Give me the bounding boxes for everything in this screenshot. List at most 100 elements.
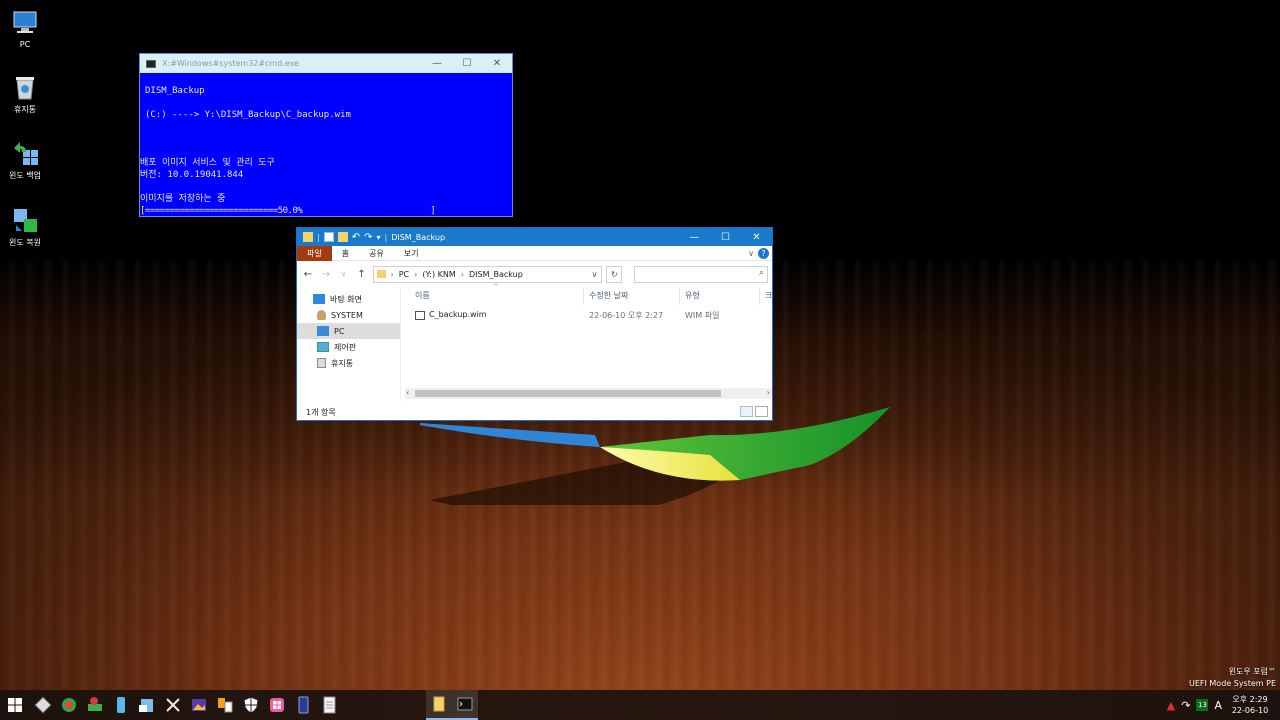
recycle-bin-icon bbox=[16, 77, 34, 100]
customize-dropdown-icon[interactable]: ▾ bbox=[376, 233, 380, 242]
clock[interactable]: 오후 2:29 22-06-10 bbox=[1228, 694, 1272, 716]
scroll-right-icon[interactable]: › bbox=[767, 388, 770, 397]
tab-file[interactable]: 파일 bbox=[297, 245, 332, 261]
taskbar-file-copy[interactable] bbox=[212, 690, 238, 720]
desktop-icon-label: 휴지통 bbox=[13, 105, 37, 114]
recent-dropdown-icon[interactable]: ∨ bbox=[337, 270, 351, 278]
details-view-button[interactable] bbox=[740, 406, 753, 417]
column-header-modified[interactable]: 수정한 날짜 bbox=[589, 290, 628, 301]
taskbar-tools[interactable] bbox=[160, 690, 186, 720]
desktop-icon-windows-backup[interactable]: 윈도 백업 bbox=[2, 138, 48, 181]
taskbar-notepad[interactable] bbox=[316, 690, 342, 720]
minimize-button[interactable]: — bbox=[422, 58, 452, 69]
browser-icon bbox=[62, 698, 76, 712]
up-button[interactable]: ↑ bbox=[355, 269, 369, 280]
taskbar-browser[interactable] bbox=[56, 690, 82, 720]
maximize-button[interactable]: ☐ bbox=[452, 58, 482, 69]
image-viewer-icon bbox=[192, 699, 206, 711]
taskbar-disk[interactable] bbox=[108, 690, 134, 720]
sort-arrow-icon: ^ bbox=[493, 283, 499, 291]
taskbar-setup[interactable] bbox=[134, 690, 160, 720]
tray-badge[interactable]: 13 bbox=[1196, 699, 1209, 711]
taskbar-phone[interactable] bbox=[290, 690, 316, 720]
cmd-titlebar[interactable]: X:#Windows#system32#cmd.exe — ☐ ✕ bbox=[140, 54, 512, 73]
pc-icon bbox=[317, 326, 329, 336]
control-panel-icon bbox=[317, 342, 329, 352]
address-bar[interactable]: › PC › (Y:) KNM › DISM_Backup ∨ bbox=[372, 265, 603, 283]
taskbar-cmd[interactable] bbox=[452, 690, 478, 720]
disk-icon bbox=[117, 697, 125, 713]
horizontal-scrollbar[interactable]: ‹ › bbox=[405, 388, 772, 399]
nav-item-control-panel[interactable]: 제어판 bbox=[297, 339, 400, 355]
taskbar-security[interactable] bbox=[238, 690, 264, 720]
tools-icon bbox=[166, 698, 180, 712]
address-dropdown-icon[interactable]: ∨ bbox=[587, 270, 601, 279]
taskbar-image-viewer[interactable] bbox=[186, 690, 212, 720]
nav-item-system[interactable]: SYSTEM bbox=[297, 307, 400, 323]
folder-icon bbox=[376, 270, 386, 278]
status-bar: 1개 항목 bbox=[297, 405, 772, 420]
wim-file-icon bbox=[415, 311, 425, 320]
ribbon-tabs: 파일 홈 공유 보기 ∨ ? bbox=[297, 245, 772, 261]
back-button[interactable]: ← bbox=[301, 269, 315, 280]
cmd-window[interactable]: X:#Windows#system32#cmd.exe — ☐ ✕ DISM_B… bbox=[139, 53, 513, 217]
cmd-title: X:#Windows#system32#cmd.exe bbox=[162, 59, 300, 68]
redo-icon[interactable]: ↷ bbox=[364, 232, 372, 243]
share-icon[interactable]: ↷ bbox=[1181, 699, 1190, 712]
desktop-icon-label: 윈도 복원 bbox=[9, 238, 41, 247]
column-header-name[interactable]: 이름 bbox=[415, 290, 430, 301]
network-warning-icon[interactable]: ▲ bbox=[1167, 699, 1175, 712]
tab-share[interactable]: 공유 bbox=[359, 246, 394, 261]
search-input[interactable]: ⌕ bbox=[634, 265, 769, 283]
nav-item-pc[interactable]: PC bbox=[297, 323, 400, 339]
column-header-size[interactable]: 크 bbox=[765, 290, 772, 301]
windows-backup-icon bbox=[14, 142, 38, 165]
new-folder-icon[interactable] bbox=[337, 232, 348, 242]
refresh-button[interactable]: ↻ bbox=[606, 265, 623, 283]
taskbar-file-explorer[interactable] bbox=[426, 690, 452, 720]
desktop-icon-recycle-bin[interactable]: 휴지통 bbox=[2, 72, 48, 115]
console-line: 배포 이미지 서비스 및 관리 도구 bbox=[140, 158, 275, 168]
desktop-icon-pc[interactable]: PC bbox=[2, 8, 48, 49]
file-type: WIM 파일 bbox=[685, 311, 720, 320]
cmd-icon bbox=[146, 59, 156, 68]
taskbar-drive-tools[interactable] bbox=[82, 690, 108, 720]
phone-icon bbox=[298, 696, 309, 714]
undo-icon[interactable]: ↶ bbox=[352, 232, 360, 243]
taskbar-app-store[interactable] bbox=[264, 690, 290, 720]
file-name: C_backup.wim bbox=[429, 310, 487, 319]
breadcrumb-item[interactable]: (Y:) KNM bbox=[422, 270, 455, 279]
forward-button[interactable]: → bbox=[319, 269, 333, 280]
help-icon[interactable]: ? bbox=[758, 247, 769, 259]
nav-item-desktop[interactable]: 바탕 화면 bbox=[297, 291, 400, 307]
brand-line: 윈도우 포럼™ bbox=[1228, 667, 1276, 676]
large-icons-view-button[interactable] bbox=[755, 406, 768, 417]
breadcrumb-item[interactable]: DISM_Backup bbox=[469, 270, 523, 279]
explorer-titlebar[interactable]: | ↶ ↷ ▾ | DISM_Backup — ☐ ✕ bbox=[297, 228, 772, 246]
file-row[interactable]: C_backup.wim 22-06-10 오후 2:27 WIM 파일 bbox=[407, 307, 772, 323]
setup-icon bbox=[139, 699, 153, 712]
console-line: DISM_Backup bbox=[145, 86, 205, 96]
close-button[interactable]: ✕ bbox=[482, 58, 512, 69]
tab-view[interactable]: 보기 bbox=[394, 246, 429, 261]
breadcrumb-item[interactable]: PC bbox=[399, 270, 409, 279]
maximize-button[interactable]: ☐ bbox=[710, 232, 741, 243]
scroll-left-icon[interactable]: ‹ bbox=[406, 388, 409, 397]
brand-line: UEFI Mode System PE bbox=[1188, 679, 1276, 688]
nav-item-recycle-bin[interactable]: 휴지통 bbox=[297, 355, 400, 371]
scrollbar-thumb[interactable] bbox=[415, 390, 721, 397]
nav-item-label: 바탕 화면 bbox=[330, 294, 362, 304]
start-button[interactable] bbox=[0, 690, 30, 720]
properties-icon[interactable] bbox=[323, 232, 334, 242]
taskbar-settings[interactable] bbox=[30, 690, 56, 720]
cmd-console[interactable]: DISM_Backup (C:) ----> Y:\DISM_Backup\C_… bbox=[140, 73, 512, 217]
nav-item-label: 제어판 bbox=[334, 342, 357, 352]
language-indicator[interactable]: A bbox=[1214, 699, 1222, 712]
close-button[interactable]: ✕ bbox=[741, 232, 772, 243]
explorer-window[interactable]: | ↶ ↷ ▾ | DISM_Backup — ☐ ✕ 파일 홈 공유 보기 ∨… bbox=[296, 227, 773, 421]
tab-home[interactable]: 홈 bbox=[332, 246, 359, 261]
expand-ribbon-icon[interactable]: ∨ bbox=[748, 249, 754, 258]
column-header-type[interactable]: 유형 bbox=[685, 290, 700, 301]
desktop-icon-windows-restore[interactable]: 윈도 복원 bbox=[2, 205, 48, 248]
minimize-button[interactable]: — bbox=[679, 232, 710, 243]
